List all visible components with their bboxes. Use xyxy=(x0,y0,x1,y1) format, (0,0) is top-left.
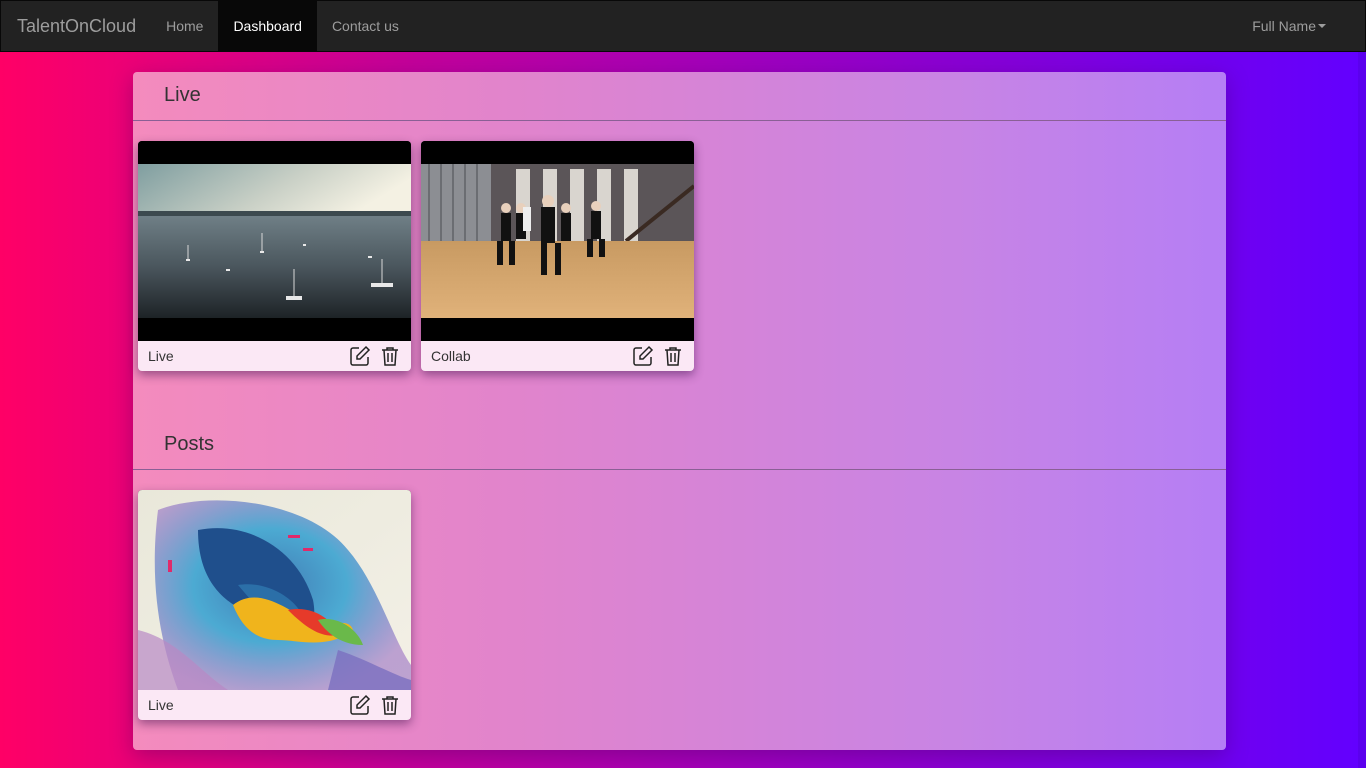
trash-icon[interactable] xyxy=(662,345,684,367)
card-actions xyxy=(349,345,401,367)
nav-dashboard[interactable]: Dashboard xyxy=(218,1,317,51)
page-scrollbar[interactable] xyxy=(1358,52,1366,768)
edit-icon[interactable] xyxy=(349,694,371,716)
section-title-live: Live xyxy=(164,84,201,106)
video-thumbnail-dance[interactable] xyxy=(421,141,694,341)
trash-icon[interactable] xyxy=(379,694,401,716)
nav-contact-us[interactable]: Contact us xyxy=(317,1,414,51)
top-navbar: TalentOnCloud Home Dashboard Contact us … xyxy=(0,0,1366,52)
live-card-lake[interactable]: Live xyxy=(138,141,411,371)
card-footer: Live xyxy=(138,341,411,371)
card-footer: Live xyxy=(138,690,411,720)
card-footer: Collab xyxy=(421,341,694,371)
edit-icon[interactable] xyxy=(349,345,371,367)
edit-icon[interactable] xyxy=(632,345,654,367)
dashboard-panel: Live Live Collab Posts Live xyxy=(133,72,1226,750)
caret-down-icon xyxy=(1318,24,1326,28)
section-divider xyxy=(133,120,1226,121)
card-actions xyxy=(349,694,401,716)
card-label: Live xyxy=(148,348,174,364)
nav-home[interactable]: Home xyxy=(151,1,218,51)
card-label: Collab xyxy=(431,348,471,364)
user-menu-dropdown[interactable]: Full Name xyxy=(1237,1,1341,51)
card-label: Live xyxy=(148,697,174,713)
post-card-horse[interactable]: Live xyxy=(138,490,411,720)
section-title-posts: Posts xyxy=(164,433,215,455)
user-menu-label: Full Name xyxy=(1252,18,1316,34)
image-thumbnail-horse[interactable] xyxy=(138,490,411,690)
video-thumbnail-lake[interactable] xyxy=(138,141,411,341)
brand-logo[interactable]: TalentOnCloud xyxy=(1,1,151,51)
trash-icon[interactable] xyxy=(379,345,401,367)
card-actions xyxy=(632,345,684,367)
section-divider xyxy=(133,469,1226,470)
live-card-collab[interactable]: Collab xyxy=(421,141,694,371)
